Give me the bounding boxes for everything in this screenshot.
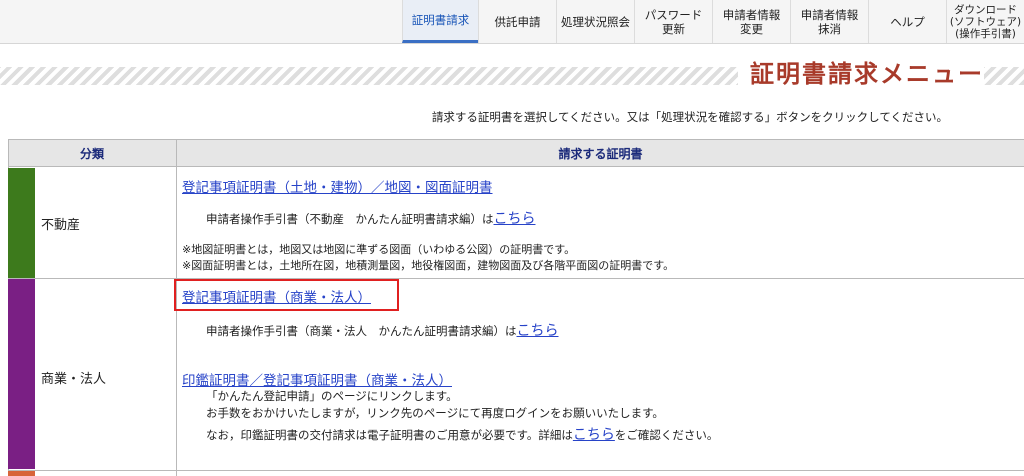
certificate-table: 分類 請求する証明書 不動産 登記事項証明書（土地・建物）／地図・図面証明書 申… <box>8 139 1024 476</box>
nav-help[interactable]: ヘルプ <box>868 0 946 43</box>
seal-certificate-link[interactable]: 印鑑証明書／登記事項証明書（商業・法人） <box>182 369 452 389</box>
guide-text: 申請者操作手引書（不動産 かんたん証明書請求編）は <box>206 212 494 226</box>
header-category: 分類 <box>8 140 176 167</box>
guide-link[interactable]: こちら <box>494 211 536 227</box>
nav-certificate-request[interactable]: 証明書請求 <box>402 0 478 43</box>
header-certificate: 請求する証明書 <box>177 140 1024 167</box>
details-link[interactable]: こちら <box>573 427 615 443</box>
info-text: をご確認ください。 <box>614 428 719 442</box>
nav-download[interactable]: ダウンロード (ソフトウェア) (操作手引書) <box>946 0 1024 43</box>
category-label: 不動産 <box>41 218 81 233</box>
top-navigation: 証明書請求 供託申請 処理状況照会 パスワード 更新 申請者情報 変更 申請者情… <box>0 0 1024 44</box>
real-estate-certificate-link[interactable]: 登記事項証明書（土地・建物）／地図・図面証明書 <box>182 176 493 196</box>
category-label: 商業・法人 <box>41 372 107 387</box>
row-divider <box>8 278 1024 279</box>
category-color-band <box>8 279 35 469</box>
info-text: なお，印鑑証明書の交付請求は電子証明書のご用意が必要です。詳細は <box>206 428 573 442</box>
info-line: 「かんたん登記申請」のページにリンクします。 <box>206 389 458 403</box>
nav-processing-status[interactable]: 処理状況照会 <box>556 0 634 43</box>
info-line: お手数をおかけいたしますが，リンク先のページにて再度ログインをお願いいたします。 <box>206 406 664 420</box>
note-line: ※地図証明書とは，地図又は地図に準ずる図面（いわゆる公図）の証明書です。 <box>182 243 576 256</box>
guide-text: 申請者操作手引書（商業・法人 かんたん証明書請求編）は <box>206 324 517 338</box>
page-title: 証明書請求メニュー <box>738 58 984 90</box>
nav-deposit-application[interactable]: 供託申請 <box>478 0 556 43</box>
note-line: ※図面証明書とは，土地所在図，地積測量図，地役権図面，建物図面及び各階平面図の証… <box>182 259 675 272</box>
guide-line: 申請者操作手引書（商業・法人 かんたん証明書請求編）はこちら <box>206 320 559 340</box>
nav-password-update[interactable]: パスワード 更新 <box>634 0 712 43</box>
instruction-text: 請求する証明書を選択してください。又は「処理状況を確認する」ボタンをクリックして… <box>431 110 948 124</box>
info-line: なお，印鑑証明書の交付請求は電子証明書のご用意が必要です。詳細はこちらをご確認く… <box>206 424 718 444</box>
nav-applicant-delete[interactable]: 申請者情報 抹消 <box>790 0 868 43</box>
nav-applicant-change[interactable]: 申請者情報 変更 <box>712 0 790 43</box>
guide-link[interactable]: こちら <box>517 323 559 339</box>
category-color-band <box>8 471 35 476</box>
guide-line: 申請者操作手引書（不動産 かんたん証明書請求編）はこちら <box>206 208 536 228</box>
category-color-band <box>8 168 35 278</box>
commercial-certificate-link[interactable]: 登記事項証明書（商業・法人） <box>182 286 371 306</box>
row-divider <box>8 470 1024 471</box>
